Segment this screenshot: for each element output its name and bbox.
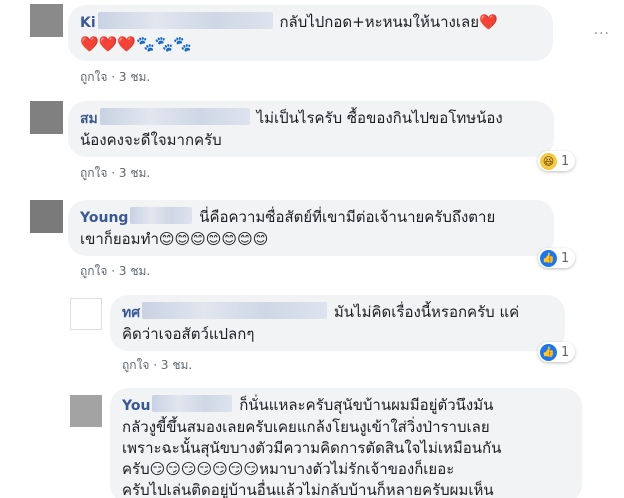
redacted-name (152, 395, 233, 412)
comment-bubble: You ก็นั่นแหละครับสุนัขบ้านผมมีอยู่ตัวนึ… (110, 388, 582, 498)
thumbs-up-icon: 👍 (540, 343, 557, 361)
like-link[interactable]: ถูกใจ (122, 358, 149, 372)
redacted-name (97, 12, 273, 29)
redacted-name (99, 108, 250, 125)
comment-bubble: ทศ มันไม่คิดเรื่องนี้หรอกครับ แค่ คิดว่า… (110, 295, 565, 351)
timestamp[interactable]: 3 ชม. (161, 358, 192, 372)
timestamp[interactable]: 3 ชม. (119, 70, 150, 84)
avatar[interactable] (70, 298, 102, 330)
comment-text: มันไม่คิดเรื่องนี้หรอกครับ แค่ (333, 303, 520, 321)
like-link[interactable]: ถูกใจ (80, 264, 107, 278)
author-name[interactable]: สม (80, 111, 98, 127)
like-link[interactable]: ถูกใจ (80, 70, 107, 84)
comment-meta: ถูกใจ · 3 ชม. (80, 70, 151, 84)
comment-text: นี่คือความซื่อสัตย์ที่เขามีต่อเจ้านายครั… (199, 208, 496, 226)
comment-bubble: Young นี่คือความซื่อสัตย์ที่เขามีต่อเจ้า… (68, 200, 554, 256)
comment-text: เพราะฉะนั้นสุนัขบางตัวมีความคิดการตัดสิน… (122, 439, 502, 457)
comment-text: เขาก็ยอมทำ😊😊😊😊😊😊😊 (80, 230, 269, 248)
timestamp[interactable]: 3 ชม. (119, 264, 150, 278)
reaction-count[interactable]: 👍 1 (538, 248, 576, 268)
comment-text: ครับไปเล่นติดอยู่บ้านอื่นแล้วไม่กลับบ้าน… (122, 481, 494, 498)
reaction-number: 1 (561, 250, 570, 266)
redacted-name (130, 207, 193, 224)
comment-bubble: Ki กลับไปกอด+หะหนมให้นางเลย❤️ ❤️❤️❤️🐾🐾🐾 (68, 5, 553, 61)
timestamp[interactable]: 3 ชม. (119, 166, 150, 180)
author-name[interactable]: Ki (80, 15, 96, 31)
comment-text: ก็นั่นแหละครับสุนัขบ้านผมมีอยู่ตัวนึงมัน (239, 396, 494, 414)
comment-meta: ถูกใจ · 3 ชม. (80, 264, 151, 278)
redacted-name (142, 302, 328, 319)
like-link[interactable]: ถูกใจ (80, 166, 107, 180)
comment-bubble: สม ไม่เป็นไรครับ ซื้อของกินไปขอโทษน้อง น… (68, 101, 554, 157)
comment-meta: ถูกใจ · 3 ชม. (80, 166, 151, 180)
comment-thread: Ki กลับไปกอด+หะหนมให้นางเลย❤️ ❤️❤️❤️🐾🐾🐾 … (0, 0, 624, 498)
author-name[interactable]: Young (80, 210, 128, 226)
comment-text: ไม่เป็นไรครับ ซื้อของกินไปขอโทษน้อง (256, 109, 503, 127)
avatar[interactable] (30, 101, 63, 134)
avatar[interactable] (70, 395, 102, 427)
comment-text: น้องคงจะดีใจมากครับ (80, 131, 222, 149)
thumbs-up-icon: 👍 (540, 249, 557, 267)
avatar[interactable] (30, 200, 63, 233)
author-name[interactable]: You (122, 398, 150, 414)
reaction-count[interactable]: 👍 1 (538, 342, 576, 362)
comment-meta: ถูกใจ · 3 ชม. (122, 358, 193, 372)
author-name[interactable]: ทศ (122, 305, 140, 321)
comment-text: กลัวงูขี้ขึ้นสมองเลยครับเคยแกล้งโยนงูเข้… (122, 418, 490, 436)
avatar[interactable] (30, 4, 63, 37)
reaction-number: 1 (561, 344, 570, 360)
reaction-count[interactable]: 😆 1 (538, 151, 576, 171)
more-options-icon[interactable]: ··· (594, 26, 610, 42)
haha-emoji-icon: 😆 (540, 152, 557, 170)
reaction-number: 1 (561, 153, 570, 169)
comment-text: ครับ😏😏😏😏😏😏😏หมาบางตัวไม่รักเจ้าของก็เยอะ (122, 460, 455, 478)
comment-text: ❤️❤️❤️🐾🐾🐾 (80, 35, 193, 53)
comment-text: คิดว่าเจอสัตว์แปลกๆ (122, 325, 255, 343)
comment-text: กลับไปกอด+หะหนมให้นางเลย❤️ (279, 13, 498, 31)
